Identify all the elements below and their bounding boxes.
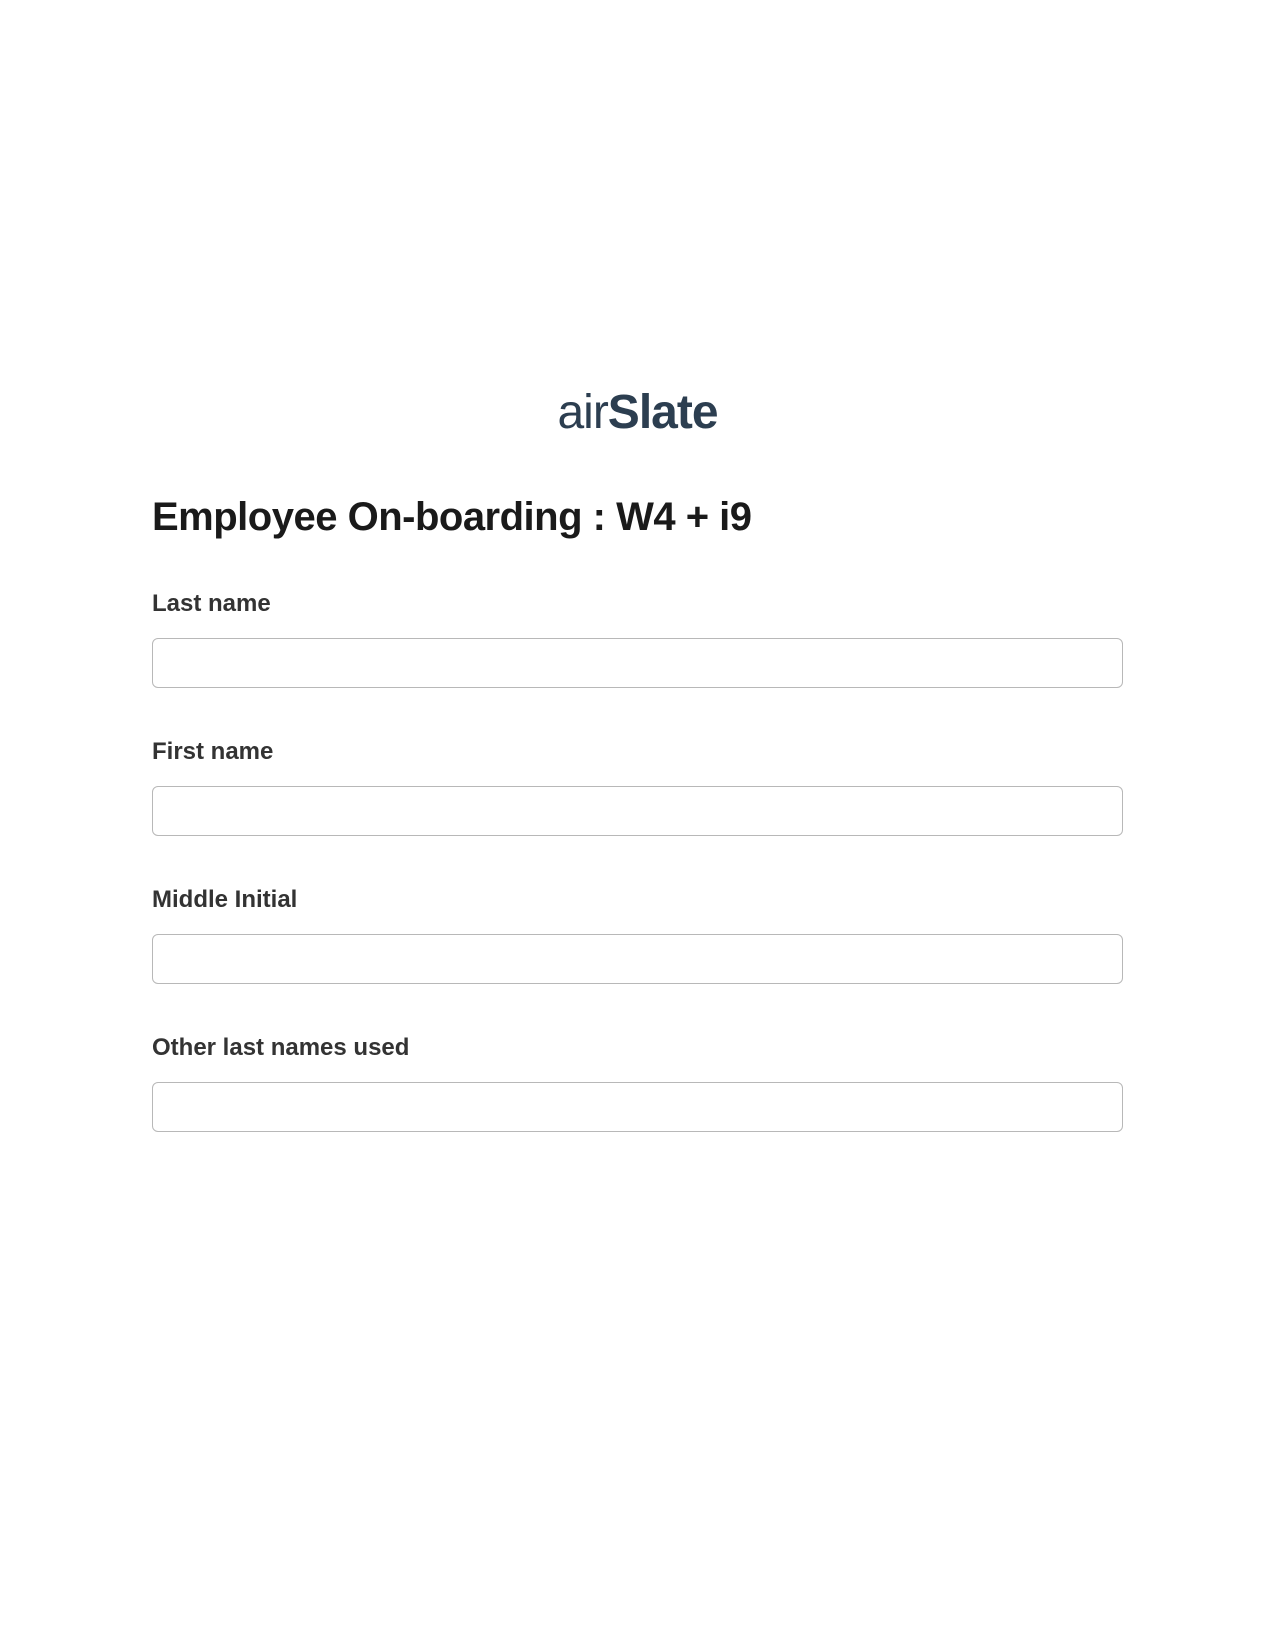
form-content: Employee On-boarding : W4 + i9 Last name… [0, 495, 1275, 1132]
label-first-name: First name [152, 738, 1123, 766]
form-group-first-name: First name [152, 738, 1123, 836]
logo-text-air: air [557, 386, 607, 439]
input-last-name[interactable] [152, 638, 1123, 688]
input-first-name[interactable] [152, 786, 1123, 836]
page-title: Employee On-boarding : W4 + i9 [152, 495, 1123, 540]
form-group-last-name: Last name [152, 590, 1123, 688]
airslate-logo: airSlate [557, 385, 717, 440]
form-group-middle-initial: Middle Initial [152, 886, 1123, 984]
logo-wrapper: airSlate [0, 385, 1275, 440]
form-group-other-last-names: Other last names used [152, 1034, 1123, 1132]
page-container: airSlate Employee On-boarding : W4 + i9 … [0, 0, 1275, 1132]
input-other-last-names[interactable] [152, 1082, 1123, 1132]
input-middle-initial[interactable] [152, 934, 1123, 984]
label-other-last-names: Other last names used [152, 1034, 1123, 1062]
logo-text-slate: Slate [608, 386, 718, 439]
label-last-name: Last name [152, 590, 1123, 618]
label-middle-initial: Middle Initial [152, 886, 1123, 914]
